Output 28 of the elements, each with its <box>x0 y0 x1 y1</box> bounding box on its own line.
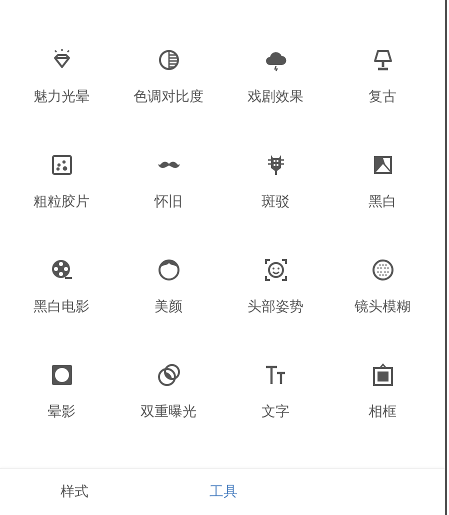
tool-label: 斑驳 <box>262 193 290 212</box>
film-reel-icon[interactable] <box>50 258 74 282</box>
tool-label: 文字 <box>262 403 290 422</box>
tool-label: 复古 <box>368 88 396 107</box>
face-icon[interactable] <box>156 258 180 282</box>
tool-label: 戏剧效果 <box>248 88 304 107</box>
tool-label: 粗粒胶片 <box>34 193 90 212</box>
contrast-icon[interactable] <box>156 48 180 72</box>
tool-label: 晕影 <box>48 403 76 422</box>
tool-label: 魅力光晕 <box>34 88 90 107</box>
overlapping-circles-icon[interactable] <box>156 363 180 387</box>
tool-label: 双重曝光 <box>140 403 196 422</box>
tool-label: 美颜 <box>154 298 182 317</box>
text-icon[interactable] <box>264 363 288 387</box>
tool-label: 色调对比度 <box>134 88 204 107</box>
tool-label: 镜头模糊 <box>354 298 410 317</box>
tool-label: 头部姿势 <box>248 298 304 317</box>
dots-square-icon[interactable] <box>50 153 74 177</box>
tool-label: 黑白电影 <box>34 298 90 317</box>
tab[interactable]: 样式 <box>0 469 149 515</box>
face-frame-icon[interactable] <box>264 258 288 282</box>
tool-label: 怀旧 <box>154 193 182 212</box>
tab[interactable]: 工具 <box>149 469 298 515</box>
tool-label: 黑白 <box>368 193 396 212</box>
vignette-icon[interactable] <box>50 363 74 387</box>
tool-label: 相框 <box>368 403 396 422</box>
picture-frame-icon[interactable] <box>370 363 394 387</box>
dotted-circle-icon[interactable] <box>370 258 394 282</box>
